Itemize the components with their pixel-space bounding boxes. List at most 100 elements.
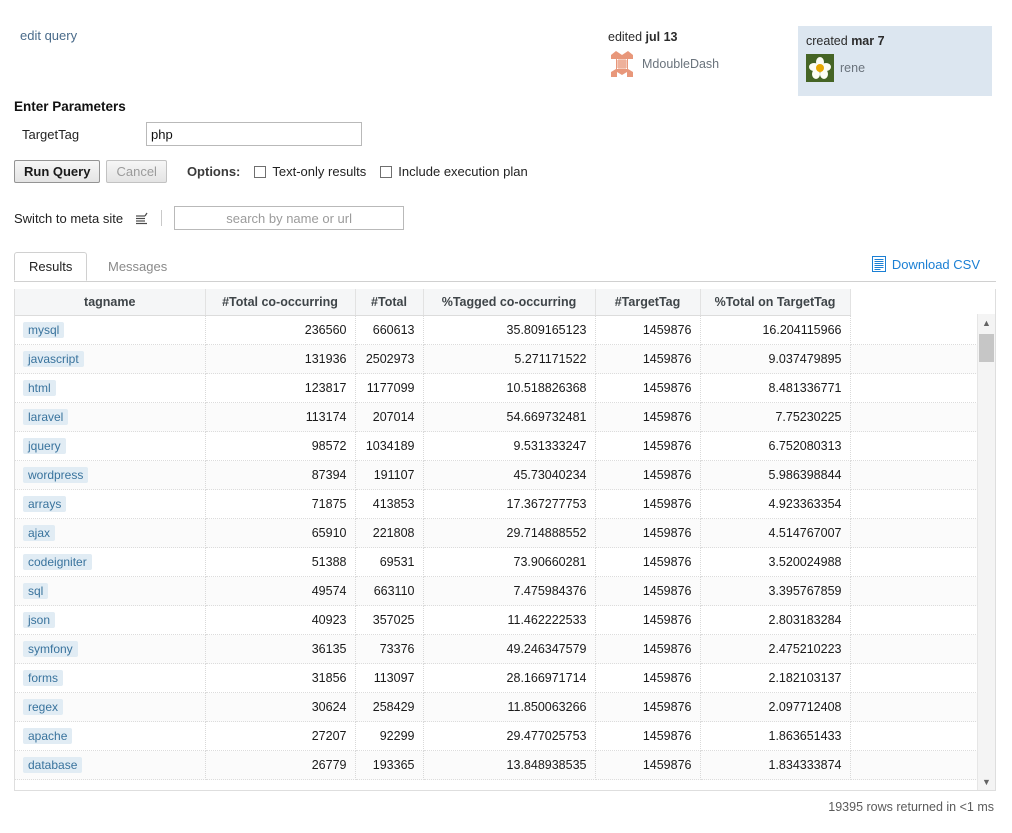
column-header-pct-total[interactable]: %Total on TargetTag: [700, 289, 851, 316]
table-row: arrays 71875 413853 17.367277753 1459876 4.92…: [15, 489, 990, 519]
cell-target: 1459876: [595, 692, 701, 722]
tag-link[interactable]: jquery: [23, 438, 66, 454]
column-header-total-cooccurring[interactable]: #Total co-occurring: [205, 289, 356, 316]
cell-total-co: 236560: [205, 315, 356, 345]
checkbox-box-icon[interactable]: [254, 165, 267, 178]
cell-pct-tagged: 7.475984376: [423, 576, 596, 606]
tab-messages[interactable]: Messages: [94, 252, 181, 281]
cell-total: 357025: [355, 605, 424, 635]
tag-link[interactable]: regex: [23, 699, 64, 715]
stack-exchange-icon[interactable]: [133, 210, 149, 226]
table-row: html 123817 1177099 10.518826368 1459876 8.48…: [15, 373, 990, 403]
tab-results[interactable]: Results: [14, 252, 88, 281]
cell-total-co: 26779: [205, 750, 356, 780]
tag-link[interactable]: forms: [23, 670, 63, 686]
tag-link[interactable]: javascript: [23, 351, 84, 367]
tag-link[interactable]: json: [23, 612, 56, 628]
tag-link[interactable]: mysql: [23, 322, 65, 338]
parameters-heading: Enter Parameters: [14, 99, 126, 114]
table-row: database 26779 193365 13.848938535 1459876 1.…: [15, 750, 990, 780]
tag-link[interactable]: apache: [23, 728, 73, 744]
cell-total-co: 27207: [205, 721, 356, 751]
cell-total-co: 123817: [205, 373, 356, 403]
cell-target: 1459876: [595, 344, 701, 374]
cell-pct-total: 2.803183284: [700, 605, 851, 635]
results-table-body: mysql 236560 660613 35.809165123 1459876 16.2…: [15, 315, 990, 780]
tag-link[interactable]: symfony: [23, 641, 78, 657]
cell-tagname: javascript: [15, 344, 206, 374]
column-header-pct-tagged[interactable]: %Tagged co-occurring: [423, 289, 596, 316]
results-vertical-scrollbar[interactable]: ▲ ▼: [977, 314, 995, 790]
cell-spacer: [850, 518, 990, 548]
created-date: mar 7: [851, 34, 885, 48]
cell-total: 113097: [355, 663, 424, 693]
cell-pct-total: 8.481336771: [700, 373, 851, 403]
cell-pct-total: 5.986398844: [700, 460, 851, 490]
cell-pct-tagged: 13.848938535: [423, 750, 596, 780]
cell-pct-tagged: 11.462222533: [423, 605, 596, 635]
cell-pct-total: 2.475210223: [700, 634, 851, 664]
table-row: sql 49574 663110 7.475984376 1459876 3.395767…: [15, 576, 990, 606]
scroll-down-arrow-icon[interactable]: ▼: [978, 773, 995, 790]
results-tabs-bar: Results Messages Download CSV: [14, 252, 996, 282]
tag-link[interactable]: wordpress: [23, 467, 89, 483]
cancel-button[interactable]: Cancel: [106, 160, 167, 183]
column-header-total[interactable]: #Total: [355, 289, 424, 316]
options-label: Options:: [186, 164, 241, 179]
scrollbar-thumb[interactable]: [979, 334, 994, 362]
cell-spacer: [850, 605, 990, 635]
site-search-input[interactable]: [174, 206, 405, 230]
table-header-row: tagname #Total co-occurring #Total %Tagg…: [15, 289, 990, 316]
scroll-up-arrow-icon[interactable]: ▲: [978, 314, 995, 331]
text-only-results-checkbox[interactable]: Text-only results: [254, 164, 366, 179]
cell-tagname: sql: [15, 576, 206, 606]
cell-tagname: regex: [15, 692, 206, 722]
cell-pct-tagged: 35.809165123: [423, 315, 596, 345]
cell-spacer: [850, 315, 990, 345]
checkbox-box-icon[interactable]: [380, 165, 393, 178]
cell-pct-tagged: 9.531333247: [423, 431, 596, 461]
targettag-label: TargetTag: [22, 126, 80, 142]
cell-spacer: [850, 750, 990, 780]
tag-link[interactable]: laravel: [23, 409, 69, 425]
cell-tagname: mysql: [15, 315, 206, 345]
cell-target: 1459876: [595, 721, 701, 751]
tag-link[interactable]: arrays: [23, 496, 67, 512]
cell-tagname: symfony: [15, 634, 206, 664]
tag-link[interactable]: codeigniter: [23, 554, 92, 570]
tag-link[interactable]: sql: [23, 583, 49, 599]
cell-total: 2502973: [355, 344, 424, 374]
cell-pct-total: 6.752080313: [700, 431, 851, 461]
include-execution-plan-checkbox[interactable]: Include execution plan: [380, 164, 528, 179]
csv-file-icon: [871, 256, 886, 272]
tag-link[interactable]: html: [23, 380, 56, 396]
cell-tagname: html: [15, 373, 206, 403]
download-csv-link[interactable]: Download CSV: [871, 256, 980, 272]
edited-meta-block: edited jul 13 MdoubleDash: [608, 30, 788, 78]
run-query-button[interactable]: Run Query: [14, 160, 101, 183]
cell-pct-total: 3.395767859: [700, 576, 851, 606]
created-username[interactable]: rene: [840, 61, 865, 75]
tag-link[interactable]: database: [23, 757, 83, 773]
cell-total-co: 65910: [205, 518, 356, 548]
cell-total-co: 131936: [205, 344, 356, 374]
targettag-input[interactable]: [146, 122, 362, 146]
column-header-targettag[interactable]: #TargetTag: [595, 289, 701, 316]
edited-username[interactable]: MdoubleDash: [642, 57, 719, 71]
meta-site-switch-row: Switch to meta site: [14, 206, 405, 230]
cell-total: 1177099: [355, 373, 424, 403]
rows-returned-status: 19395 rows returned in <1 ms: [828, 800, 994, 814]
download-csv-label: Download CSV: [891, 256, 980, 272]
created-user-row[interactable]: rene: [806, 54, 992, 82]
cell-pct-tagged: 29.714888552: [423, 518, 596, 548]
cell-total-co: 71875: [205, 489, 356, 519]
edited-user-row[interactable]: MdoubleDash: [608, 50, 788, 78]
cell-spacer: [850, 576, 990, 606]
cell-pct-total: 16.204115966: [700, 315, 851, 345]
tag-link[interactable]: ajax: [23, 525, 56, 541]
edit-query-link[interactable]: edit query: [20, 28, 77, 43]
results-table: tagname #Total co-occurring #Total %Tagg…: [15, 289, 990, 780]
results-table-head: tagname #Total co-occurring #Total %Tagg…: [15, 289, 990, 316]
cell-target: 1459876: [595, 402, 701, 432]
column-header-tagname[interactable]: tagname: [15, 289, 206, 316]
